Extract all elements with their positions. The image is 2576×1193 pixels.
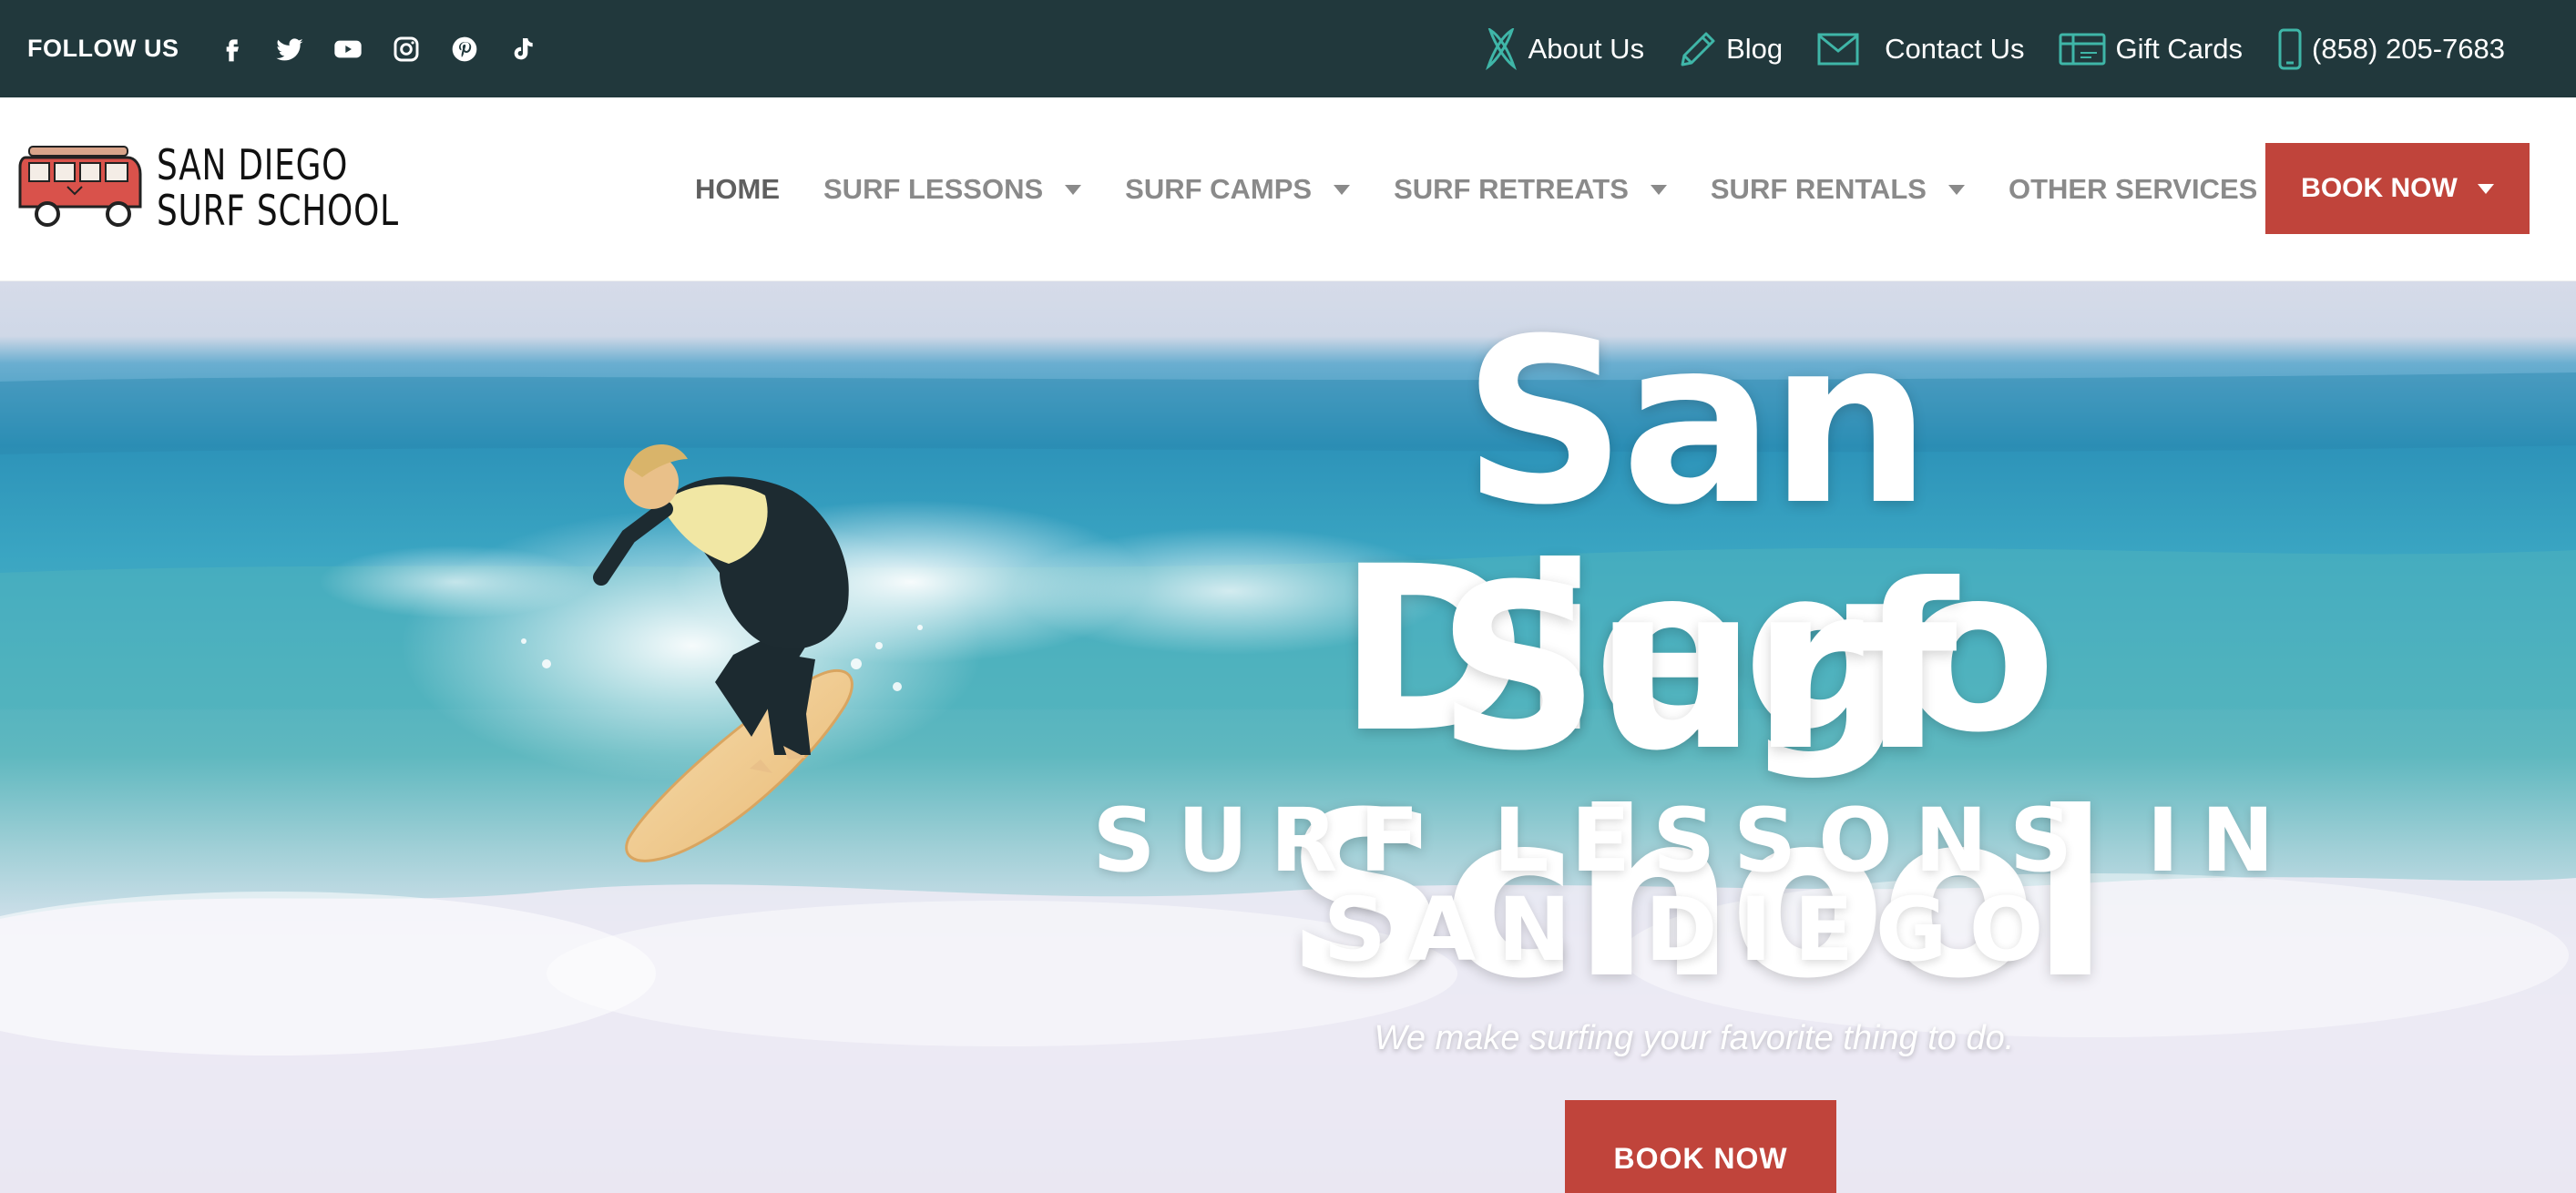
envelope-icon (1817, 33, 1859, 65)
caret-down-icon (1334, 184, 1351, 195)
follow-us-label: FOLLOW US (27, 35, 179, 62)
gift-cards-label: Gift Cards (2115, 32, 2243, 65)
nav-home-label: HOME (695, 173, 780, 205)
youtube-icon[interactable] (332, 33, 364, 66)
contact-us-link[interactable]: Contact Us (1817, 33, 2024, 66)
blog-label: Blog (1726, 32, 1784, 65)
surfboards-icon (1485, 27, 1517, 70)
hero-section: San Diego Surf School SURF LESSONS IN SA… (0, 281, 2576, 1193)
social-links (215, 33, 539, 66)
pencil-icon (1681, 32, 1715, 66)
nav-home[interactable]: HOME (695, 173, 780, 206)
caret-down-icon (1650, 184, 1667, 195)
caret-down-icon (1065, 184, 1082, 195)
hero-tagline: We make surfing your favorite thing to d… (1374, 1019, 2015, 1057)
instagram-icon[interactable] (390, 33, 423, 66)
main-navbar: SAN DIEGO SURF SCHOOL HOME SURF LESSONS … (0, 97, 2576, 281)
gift-card-icon (2059, 33, 2106, 65)
main-menu: HOME SURF LESSONS SURF CAMPS SURF RETREA… (695, 97, 2339, 281)
nav-other-services[interactable]: OTHER SERVICES (2008, 173, 2296, 206)
nav-surf-rentals-label: SURF RENTALS (1710, 173, 1927, 205)
nav-surf-lessons-label: SURF LESSONS (823, 173, 1044, 205)
top-bar: FOLLOW US About Us Blog Contact Us Gift … (0, 0, 2576, 97)
logo-line-1: SAN DIEGO (157, 140, 349, 189)
nav-surf-rentals[interactable]: SURF RENTALS (1711, 173, 1965, 206)
nav-surf-camps-label: SURF CAMPS (1125, 173, 1313, 205)
site-logo[interactable]: SAN DIEGO SURF SCHOOL (16, 139, 467, 236)
phone-number: (858) 205-7683 (2312, 32, 2505, 65)
nav-surf-retreats[interactable]: SURF RETREATS (1394, 173, 1667, 206)
gift-cards-link[interactable]: Gift Cards (2059, 33, 2243, 66)
nav-surf-camps[interactable]: SURF CAMPS (1125, 173, 1351, 206)
hero-book-now-button[interactable]: BOOK NOW (1565, 1100, 1836, 1193)
tiktok-icon[interactable] (506, 33, 539, 66)
book-now-dropdown-button[interactable]: BOOK NOW (2265, 143, 2530, 234)
contact-us-label: Contact Us (1885, 32, 2025, 65)
logo-text: SAN DIEGO SURF SCHOOL (157, 142, 399, 233)
hero-subtitle-line-1: SURF LESSONS IN (1092, 790, 2296, 892)
pinterest-icon[interactable] (448, 33, 481, 66)
blog-link[interactable]: Blog (1679, 30, 1783, 68)
nav-other-services-label: OTHER SERVICES (2008, 173, 2258, 205)
nav-surf-retreats-label: SURF RETREATS (1394, 173, 1629, 205)
caret-down-icon (2477, 183, 2494, 194)
phone-link[interactable]: (858) 205-7683 (2277, 28, 2505, 70)
nav-surf-lessons[interactable]: SURF LESSONS (823, 173, 1082, 206)
facebook-icon[interactable] (215, 33, 248, 66)
caret-down-icon (1947, 184, 1965, 195)
hero-subtitle-line-2: SAN DIEGO (1323, 879, 2066, 981)
hero-subtitle: SURF LESSONS IN SAN DIEGO (1084, 796, 2305, 974)
logo-line-2: SURF SCHOOL (157, 186, 399, 235)
follow-us: FOLLOW US (27, 33, 539, 66)
phone-icon (2278, 28, 2302, 69)
surf-van-logo-icon (18, 146, 142, 227)
book-now-label: BOOK NOW (2301, 173, 2458, 203)
hero-book-now-label: BOOK NOW (1613, 1142, 1788, 1175)
about-us-label: About Us (1528, 32, 1645, 65)
utility-links: About Us Blog Contact Us Gift Cards (858… (1448, 0, 2505, 97)
twitter-icon[interactable] (273, 33, 306, 66)
about-us-link[interactable]: About Us (1483, 27, 1645, 70)
